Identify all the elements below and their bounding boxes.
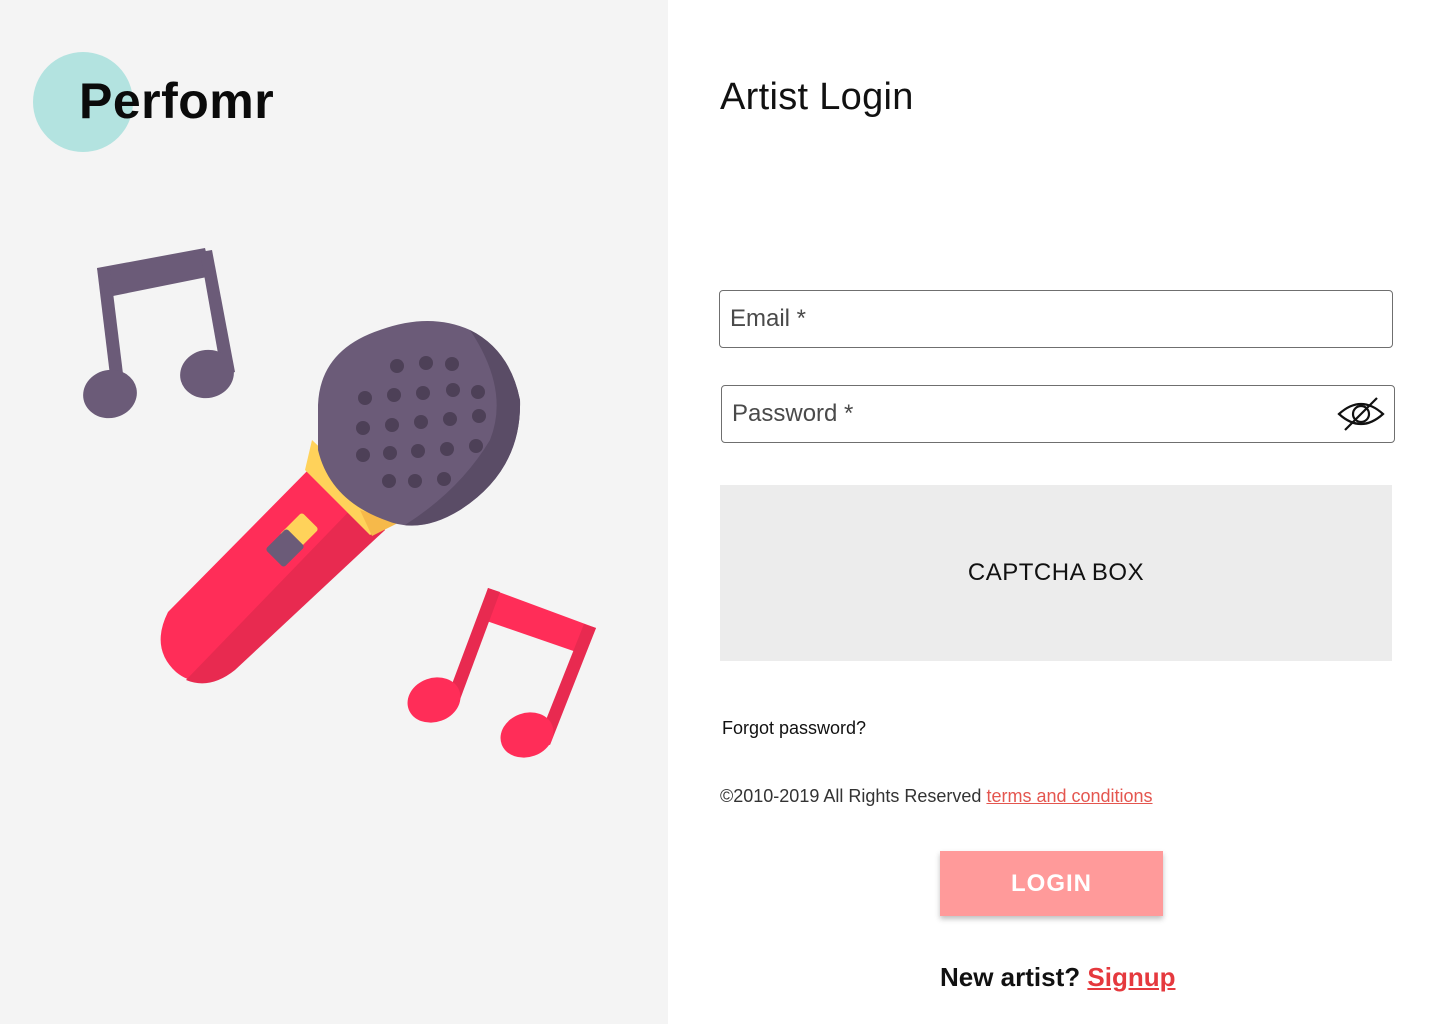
password-field-container: [721, 385, 1395, 443]
copyright-row: ©2010-2019 All Rights Reserved terms and…: [720, 786, 1153, 807]
page-title: Artist Login: [720, 76, 914, 118]
captcha-label: CAPTCHA BOX: [967, 559, 1145, 586]
new-artist-text: New artist?: [940, 962, 1081, 992]
captcha-box[interactable]: CAPTCHA BOX: [720, 485, 1392, 661]
brand-panel: Perfomr: [0, 0, 668, 1024]
email-input[interactable]: [720, 291, 1392, 347]
login-button[interactable]: LOGIN: [940, 851, 1163, 916]
eye-off-icon: [1337, 397, 1385, 431]
terms-link[interactable]: terms and conditions: [986, 786, 1152, 806]
karaoke-illustration: [83, 248, 596, 758]
forgot-password-link[interactable]: Forgot password?: [722, 718, 866, 739]
email-field-container: [719, 290, 1393, 348]
toggle-password-visibility-button[interactable]: [1336, 394, 1386, 434]
signup-link[interactable]: Signup: [1087, 962, 1175, 992]
music-note-icon: [83, 248, 235, 419]
copyright-text: ©2010-2019 All Rights Reserved: [720, 786, 982, 806]
signup-row: New artist? Signup: [940, 962, 1175, 993]
music-note-icon: [407, 588, 596, 758]
password-input[interactable]: [722, 386, 1394, 442]
